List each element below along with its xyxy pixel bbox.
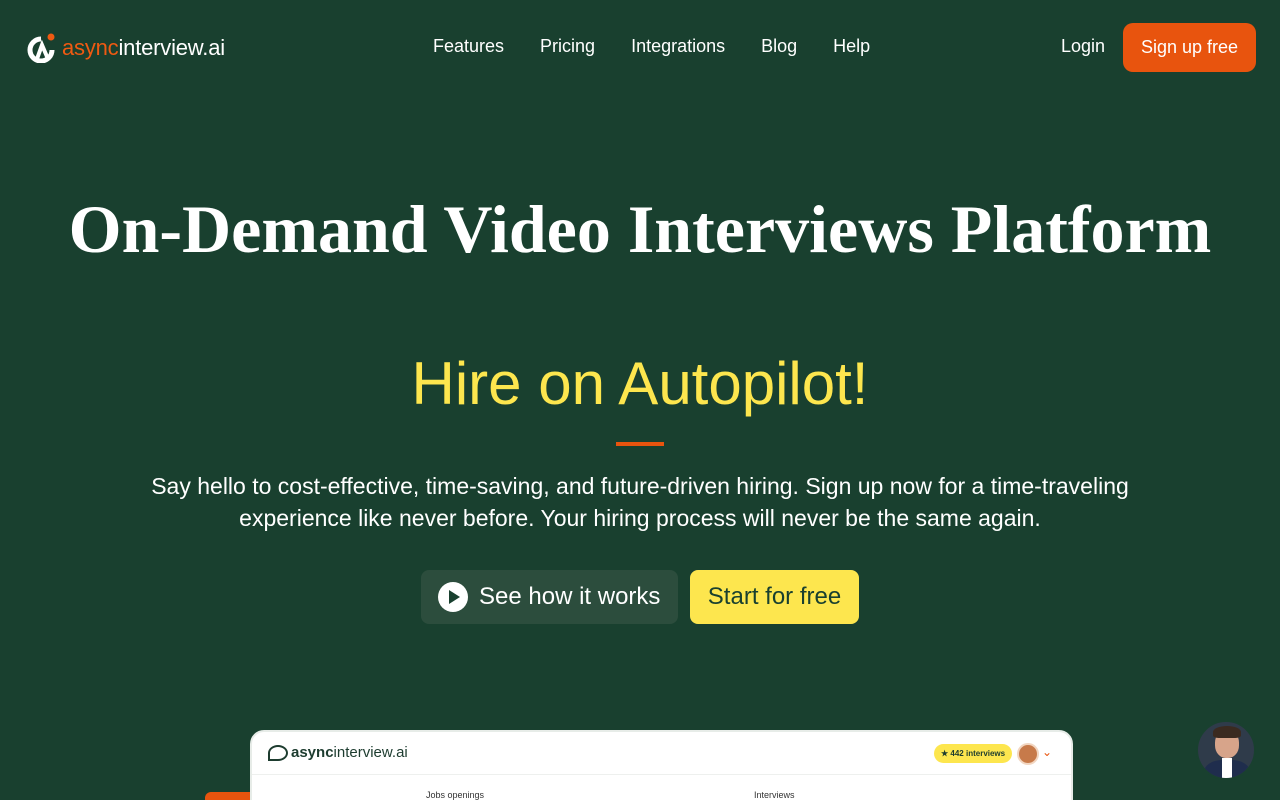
preview-logo-icon — [268, 744, 288, 761]
chevron-down-icon: ⌄ — [1042, 745, 1053, 759]
nav-features[interactable]: Features — [433, 36, 504, 57]
hero-subtitle: Hire on Autopilot! — [411, 350, 869, 417]
avatar-shirt — [1222, 758, 1232, 778]
preview-divider — [252, 774, 1071, 775]
nav-links: Features Pricing Integrations Blog Help — [433, 36, 906, 57]
nav-help[interactable]: Help — [833, 36, 870, 57]
nav-pricing[interactable]: Pricing — [540, 36, 595, 57]
dashboard-preview: async interview.ai ★ 442 interviews ⌄ Job… — [250, 730, 1073, 800]
avatar-hair — [1213, 726, 1241, 738]
brand-logo[interactable]: asyncinterview.ai — [24, 32, 225, 64]
see-how-label: See how it works — [479, 583, 661, 610]
play-icon — [438, 582, 468, 612]
preview-jobs-heading: Jobs openings — [426, 790, 485, 800]
chat-avatar-button[interactable] — [1196, 720, 1256, 780]
hero-divider — [616, 442, 664, 446]
nav-integrations[interactable]: Integrations — [631, 36, 725, 57]
hero-title: On-Demand Video Interviews Platform — [68, 191, 1212, 267]
top-nav: asyncinterview.ai Features Pricing Integ… — [0, 0, 1280, 94]
login-link[interactable]: Login — [1061, 36, 1105, 57]
start-for-free-button[interactable]: Start for free — [690, 570, 859, 624]
hero-description: Say hello to cost-effective, time-saving… — [151, 473, 1129, 531]
logo-mark-icon — [27, 33, 55, 63]
preview-interviews-heading: Interviews — [754, 790, 795, 800]
preview-logo: async interview.ai — [268, 744, 408, 761]
brand-name: asyncinterview.ai — [62, 35, 225, 60]
preview-avatar — [1017, 743, 1039, 765]
see-how-it-works-button[interactable]: See how it works — [421, 570, 678, 624]
preview-interviews-badge: ★ 442 interviews — [934, 744, 1013, 763]
nav-blog[interactable]: Blog — [761, 36, 797, 57]
signup-button[interactable]: Sign up free — [1123, 23, 1256, 72]
